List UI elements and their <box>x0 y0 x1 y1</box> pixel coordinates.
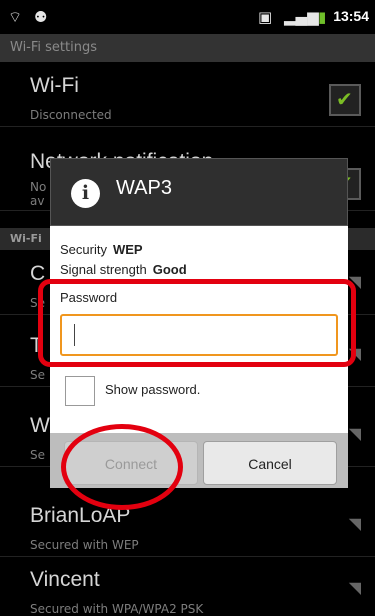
status-bar: ⌔ ⚉ ▣ ▂▄▆ ▮ 13:54 <box>0 0 375 34</box>
network-title: Vincent <box>30 568 100 591</box>
cancel-button[interactable]: Cancel <box>203 441 337 485</box>
usb-debug-icon: ⚉ <box>34 8 48 26</box>
network-subtitle: Secured with WEP <box>30 538 139 552</box>
security-value: WEP <box>112 242 143 257</box>
signal-label: Signal strength <box>60 262 147 277</box>
battery-icon: ▮ <box>318 8 327 26</box>
status-time: 13:54 <box>333 8 369 24</box>
wifi-toggle-subtitle: Disconnected <box>30 108 112 122</box>
dialog-title: WAP3 <box>116 177 172 199</box>
wifi-lock-icon: ◥ <box>348 514 361 533</box>
wifi-lock-icon: ◥ <box>348 424 361 443</box>
info-icon: i <box>71 179 100 208</box>
network-item[interactable]: BrianLoAP Secured with WEP ◥ <box>0 492 375 557</box>
password-highlight-annotation <box>38 279 356 367</box>
wifi-lock-icon: ◥ <box>348 578 361 597</box>
network-subtitle: Secured with WPA/WPA2 PSK <box>30 602 204 616</box>
wifi-toggle-item[interactable]: Wi-Fi Disconnected <box>0 62 375 127</box>
signal-value: Good <box>152 262 187 277</box>
network-notification-subtitle-2: av <box>30 194 45 208</box>
sim-icon: ▣ <box>258 8 273 26</box>
wifi-checkbox[interactable] <box>329 84 361 116</box>
phone-screen: ⌔ ⚉ ▣ ▂▄▆ ▮ 13:54 Wi-Fi settings Wi-Fi D… <box>0 0 375 616</box>
dialog-title-bar: i WAP3 <box>50 158 348 226</box>
security-label: Security <box>60 242 107 257</box>
wifi-signal-icon: ⌔ <box>8 8 23 26</box>
network-item[interactable]: Vincent Secured with WPA/WPA2 PSK ◥ <box>0 556 375 616</box>
show-password-label[interactable]: Show password. <box>105 382 200 397</box>
wifi-toggle-title: Wi-Fi <box>30 74 79 97</box>
network-subtitle: Se <box>30 368 45 382</box>
network-notification-subtitle-1: No <box>30 180 47 194</box>
network-subtitle: Se <box>30 448 45 462</box>
security-row: Security WEP <box>60 242 143 257</box>
show-password-checkbox[interactable] <box>65 376 95 406</box>
page-title: Wi-Fi settings <box>0 34 375 62</box>
connect-highlight-annotation <box>61 424 183 510</box>
network-title: W <box>30 414 50 437</box>
cell-signal-icon: ▂▄▆ <box>284 8 319 26</box>
signal-row: Signal strength Good <box>60 262 187 277</box>
